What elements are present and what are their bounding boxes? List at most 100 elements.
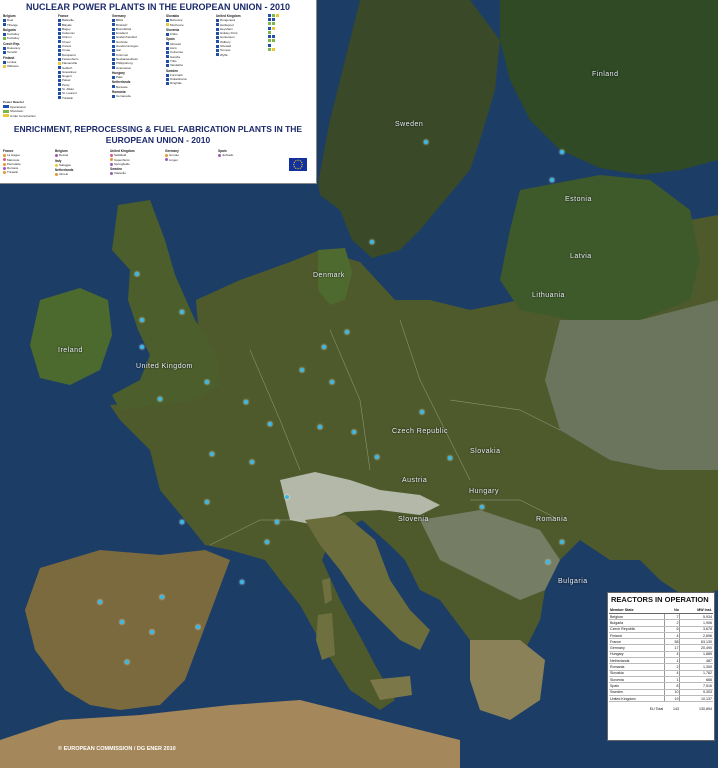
total-mw: 130,894 bbox=[699, 706, 712, 711]
legend-entry: Krško bbox=[166, 32, 214, 36]
label-slovenia: Slovenia bbox=[398, 516, 429, 523]
plant-marker bbox=[196, 625, 200, 629]
fuel-legend-column: Spain Juzbado bbox=[218, 148, 268, 158]
legend-entry: Tricastin bbox=[3, 170, 53, 174]
copyright-text: © EUROPEAN COMMISSION / DG ENER 2010 bbox=[58, 746, 176, 752]
plant-marker bbox=[140, 345, 144, 349]
reactors-in-operation-panel: REACTORS IN OPERATION Member State No MW… bbox=[607, 592, 715, 741]
legend-panel: NUCLEAR POWER PLANTS IN THE EUROPEAN UNI… bbox=[0, 0, 317, 184]
legend-entry: Västerås bbox=[110, 171, 160, 175]
plant-marker bbox=[205, 380, 209, 384]
power-reactor-legend: Power Reactor Operational Shutdown Under… bbox=[3, 100, 36, 118]
plant-marker bbox=[560, 150, 564, 154]
label-austria: Austria bbox=[402, 477, 428, 484]
total-label: EU Total bbox=[649, 706, 664, 711]
fuel-legend-column: Germany Gronau Lingen bbox=[165, 148, 215, 162]
plant-marker bbox=[210, 452, 214, 456]
reactors-title: REACTORS IN OPERATION bbox=[611, 595, 709, 604]
plant-marker bbox=[240, 580, 244, 584]
plant-marker bbox=[98, 600, 102, 604]
legend-column: United Kingdom Dungeness Hartlepool Heys… bbox=[216, 13, 266, 57]
label-estonia: Estonia bbox=[565, 196, 592, 203]
plant-marker bbox=[300, 368, 304, 372]
plant-marker bbox=[268, 422, 272, 426]
legend-entry: Tihange bbox=[3, 23, 58, 27]
legend-entry: Mochovce bbox=[166, 23, 214, 27]
plant-marker bbox=[345, 330, 349, 334]
fuel-plants-title: ENRICHMENT, REPROCESSING & FUEL FABRICAT… bbox=[13, 124, 303, 145]
fuel-legend-column: France La Hague Marcoule Pierrelatte Rom… bbox=[3, 148, 53, 175]
legend-entry: Vandellós bbox=[166, 63, 214, 67]
plant-marker bbox=[250, 460, 254, 464]
legend-entry: Olkiluoto bbox=[3, 64, 58, 68]
legend-column: Slovakia Bohunice Mochovce Slovenia Kršk… bbox=[166, 13, 214, 86]
plant-marker bbox=[318, 425, 322, 429]
label-ireland: Ireland bbox=[58, 347, 83, 354]
plant-marker bbox=[160, 595, 164, 599]
plant-marker bbox=[135, 272, 139, 276]
label-hungary: Hungary bbox=[469, 488, 499, 495]
label-united-kingdom: United Kingdom bbox=[136, 363, 193, 370]
legend-key: Under Construction bbox=[3, 114, 36, 119]
legend-entry: Unterweser bbox=[112, 66, 167, 70]
legend-entry: Paks bbox=[112, 75, 167, 79]
label-sweden: Sweden bbox=[395, 121, 424, 128]
plant-marker bbox=[560, 540, 564, 544]
legend-title: NUCLEAR POWER PLANTS IN THE EUROPEAN UNI… bbox=[25, 2, 291, 12]
legend-column: Belgium Doel Tihange Bulgaria Kozloduy K… bbox=[3, 13, 58, 69]
label-slovakia: Slovakia bbox=[470, 448, 501, 455]
legend-column: France Belleville Blayais Bugey Cattenom… bbox=[58, 13, 110, 100]
operational-swatch bbox=[3, 105, 9, 109]
plant-marker bbox=[140, 318, 144, 322]
reactors-table: Member State No MW Inst. Belgium 7 5,934 Bu… bbox=[609, 607, 713, 711]
legend-entry: Wylfa bbox=[216, 53, 266, 57]
fuel-legend-column: United Kingdom Sellafield Capenhurst Spr… bbox=[110, 148, 160, 176]
plant-marker bbox=[420, 410, 424, 414]
plant-marker bbox=[265, 540, 269, 544]
legend-entry: Temelin bbox=[3, 50, 58, 54]
table-total-row: EU Total 143 130,894 bbox=[609, 702, 713, 712]
legend-column: Germany Biblis Brokdorf Brunsbüttel Emsl… bbox=[112, 13, 167, 99]
label-latvia: Latvia bbox=[570, 253, 592, 260]
plant-marker bbox=[180, 520, 184, 524]
plant-marker bbox=[205, 500, 209, 504]
legend-entry: Juzbado bbox=[218, 153, 268, 157]
reactors-body: Belgium 7 5,934 Bulgaria 2 1,906 Czech Republi… bbox=[609, 613, 713, 703]
legend-entry: Springfields bbox=[110, 162, 160, 166]
plant-marker bbox=[322, 345, 326, 349]
label-denmark: Denmark bbox=[313, 272, 345, 279]
plant-marker bbox=[158, 397, 162, 401]
plant-marker bbox=[424, 140, 428, 144]
eu-flag-icon bbox=[289, 158, 307, 171]
label-bulgaria: Bulgaria bbox=[558, 578, 588, 585]
plant-marker bbox=[120, 620, 124, 624]
legend-entry: Lingen bbox=[165, 158, 215, 162]
shutdown-swatch bbox=[3, 109, 9, 113]
construction-swatch bbox=[3, 114, 9, 118]
plant-marker bbox=[375, 455, 379, 459]
plant-marker bbox=[480, 505, 484, 509]
legend-entry: Almelo bbox=[55, 172, 105, 176]
land-baltics bbox=[500, 175, 700, 320]
plant-marker bbox=[125, 660, 129, 664]
plant-marker bbox=[285, 495, 289, 499]
legend-entry: Dessel bbox=[55, 153, 105, 157]
legend-entry: Ringhals bbox=[166, 81, 214, 85]
label-czech-republic: Czech Republic bbox=[392, 428, 449, 435]
fuel-legend-column: Belgium Dessel Italy Saluggia Netherland… bbox=[55, 148, 105, 177]
legend-column-symbols bbox=[268, 13, 314, 52]
legend-entry: Saluggia bbox=[55, 163, 105, 167]
plant-marker bbox=[330, 380, 334, 384]
plant-marker bbox=[448, 456, 452, 460]
plant-marker bbox=[550, 178, 554, 182]
label-finland: Finland bbox=[592, 71, 619, 78]
plant-marker bbox=[370, 240, 374, 244]
legend-entry: Tricastin bbox=[58, 96, 110, 100]
label-romania: Romania bbox=[536, 516, 568, 523]
map-stage: Sweden Finland Estonia Latvia Lithuania … bbox=[0, 0, 718, 768]
legend-entry: Borssele bbox=[112, 85, 167, 89]
plant-marker bbox=[352, 430, 356, 434]
total-count: 143 bbox=[672, 706, 679, 711]
legend-entry: Kozloduy bbox=[3, 36, 58, 40]
plant-marker bbox=[150, 630, 154, 634]
